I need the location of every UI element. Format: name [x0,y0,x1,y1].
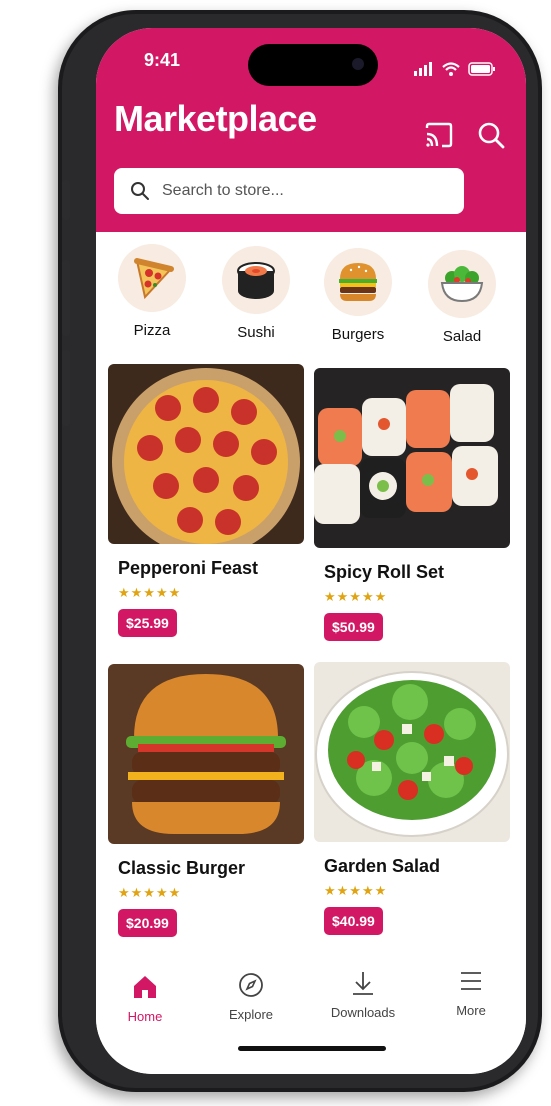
price-tag: $25.99 [118,609,177,637]
garden-salad-image [314,662,510,842]
nav-label: Downloads [330,1005,396,1020]
category-sushi[interactable]: Sushi [216,246,296,341]
category-label: Salad [442,328,482,345]
dynamic-island [248,44,378,86]
search-field-icon [131,182,149,200]
status-time: 9:41 [144,50,181,70]
home-indicator[interactable] [238,1046,386,1051]
volume-down-button [62,350,70,426]
product-card[interactable]: Pepperoni Feast ★★★★★ $25.99 [108,364,304,637]
nav-home[interactable]: Home [100,974,190,1024]
product-name: Pepperoni Feast [118,558,259,578]
nav-downloads[interactable]: Downloads [318,970,408,1020]
product-name: Garden Salad [324,856,441,876]
rating-stars: ★★★★★ [118,585,182,600]
category-label: Burgers [331,326,385,343]
download-icon [353,972,373,995]
category-row: Pizza Sushi Burgers Salad [96,234,526,345]
battery-icon [468,62,495,76]
nav-label: More [456,1003,486,1018]
signal-icon [414,62,432,76]
pizza-icon [118,244,186,312]
rating-stars: ★★★★★ [324,883,388,898]
category-label: Pizza [133,322,171,339]
bottom-nav: Home Explore Downloads More [96,958,526,1074]
compass-icon [239,973,263,997]
rating-stars: ★★★★★ [118,885,182,900]
wifi-icon [442,62,460,76]
nav-more[interactable]: More [426,968,516,1018]
classic-burger-image [108,664,304,844]
app-header: 9:41 Marketplace [96,28,526,232]
sushi-icon [222,246,290,314]
burger-icon [324,248,392,316]
product-name: Classic Burger [118,858,246,878]
product-card[interactable]: Classic Burger ★★★★★ $20.99 [108,664,304,937]
search-input[interactable] [160,181,454,201]
cast-icon[interactable] [424,120,454,150]
volume-up-button [62,260,70,336]
nav-label: Home [127,1009,163,1024]
price-tag: $20.99 [118,909,177,937]
sushi-roll-image [314,368,510,548]
pepperoni-pizza-image [108,364,304,544]
menu-icon [461,972,481,990]
salad-icon [428,250,496,318]
page-title: Marketplace [114,98,317,139]
price-tag: $40.99 [324,907,383,935]
category-salad[interactable]: Salad [422,250,502,345]
nav-explore[interactable]: Explore [206,972,296,1022]
search-icon[interactable] [476,120,506,150]
product-card[interactable]: Garden Salad ★★★★★ $40.99 [314,662,510,935]
status-icons [414,62,496,76]
category-label: Sushi [237,324,275,341]
nav-label: Explore [228,1007,274,1022]
product-name: Spicy Roll Set [324,562,445,582]
search-bar[interactable] [114,168,464,214]
product-card[interactable]: Spicy Roll Set ★★★★★ $50.99 [314,368,510,641]
category-burgers[interactable]: Burgers [318,248,398,343]
app-screen: 9:41 Marketplace Search to store... Pizz… [96,28,526,1074]
mute-switch [62,180,70,220]
home-icon [134,976,156,998]
price-tag: $50.99 [324,613,383,641]
category-pizza[interactable]: Pizza [112,244,192,339]
camera-icon [352,58,364,70]
rating-stars: ★★★★★ [324,589,388,604]
